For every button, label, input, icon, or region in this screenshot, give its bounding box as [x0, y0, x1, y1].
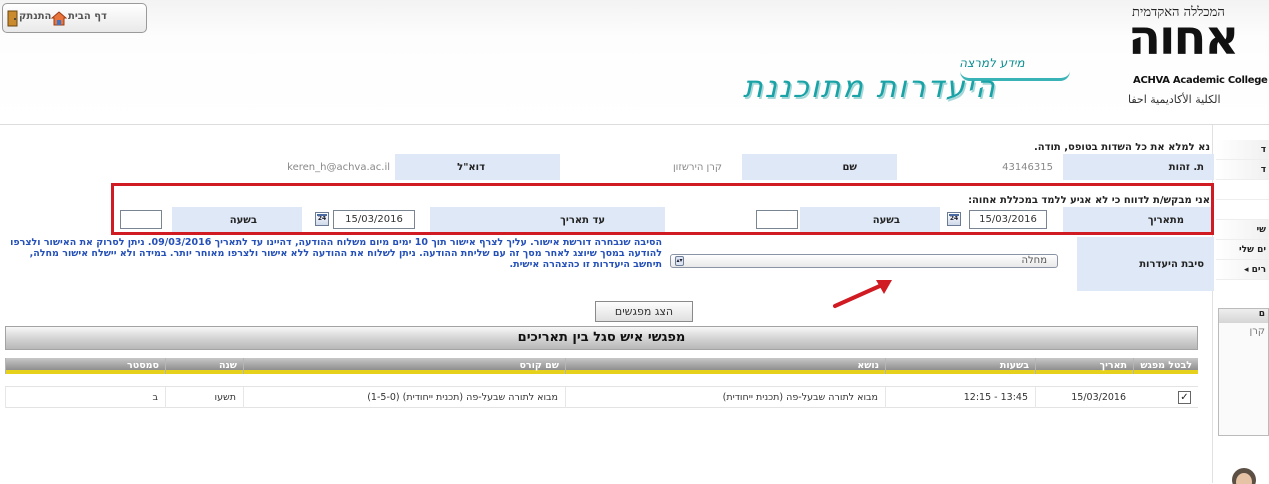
logout-link[interactable]: התנתק: [19, 11, 51, 22]
cell-topic: מבוא לתורה שבעל-פה (תכנית ייחודית): [565, 387, 885, 408]
red-arrow-icon: [833, 280, 892, 308]
cell-date: 15/03/2016: [1035, 387, 1133, 408]
cell-semester: ב: [5, 387, 165, 408]
page-subtitle: מידע למרצה: [958, 56, 1027, 70]
page-header: דף הבית התנתק המכללה האקדמית אחוה ACHVA …: [0, 0, 1269, 125]
sessions-grid-title: מפגשי איש סגל בין תאריכים: [5, 326, 1198, 350]
sidebar-box-title: ם: [1219, 309, 1268, 323]
college-name-english: ACHVA Academic College: [1133, 75, 1268, 86]
sidebar-item[interactable]: ד: [1216, 160, 1269, 180]
col-year: שנה: [165, 358, 243, 374]
sidebar-user-name: קרן: [1249, 326, 1265, 337]
logout-door-icon[interactable]: [7, 10, 18, 27]
sidebar-item[interactable]: [1216, 200, 1269, 220]
page-title: היעדרות מתוכננת: [741, 70, 1003, 105]
col-topic: נושא: [565, 358, 885, 374]
email-value: keren_h@achva.ac.il: [200, 154, 395, 180]
instructions-text: נא למלא את כל השדות בטופס, תודה.: [1033, 142, 1210, 153]
cell-hours: 13:45 - 12:15: [885, 387, 1035, 408]
id-label: ת. זהות: [1063, 154, 1214, 180]
name-label: שם: [742, 154, 897, 180]
sidebar-item[interactable]: שי: [1216, 220, 1269, 240]
sidebar-item-more[interactable]: רים ◂: [1216, 260, 1269, 280]
sessions-grid-header: לבטל מפגש תאריך בשעות נושא שם קורס שנה ס…: [5, 358, 1198, 374]
reason-select[interactable]: מחלה ▴▾: [670, 254, 1058, 268]
col-hours: בשעות: [885, 358, 1035, 374]
sidebar: ד ד שי ים שלי רים ◂ ם קרן: [1216, 140, 1269, 484]
col-semester: סמסטר: [5, 358, 165, 374]
cell-course: מבוא לתורה שבעל-פה (תכנית ייחודית) (1-5-…: [243, 387, 565, 408]
col-course: שם קורס: [243, 358, 565, 374]
col-date: תאריך: [1035, 358, 1133, 374]
sidebar-item[interactable]: ד: [1216, 140, 1269, 160]
cell-year: תשעו: [165, 387, 243, 408]
select-spinner-icon[interactable]: ▴▾: [675, 256, 684, 266]
cancel-session-checkbox[interactable]: ✓: [1178, 391, 1191, 404]
sidebar-user-box: ם קרן: [1218, 308, 1269, 436]
date-range-highlight: [111, 183, 1214, 235]
reason-label: סיבת היעדרות: [1077, 237, 1214, 291]
show-sessions-button[interactable]: הצג מפגשים: [595, 301, 693, 322]
approval-notice: הסיבה שנבחרה דורשת אישור. עליך לצרף אישו…: [10, 237, 662, 270]
identity-row: ת. זהות 43146315 שם קרן הירשזון דוא"ל ke…: [0, 154, 1214, 180]
name-value: קרן הירשזון: [560, 154, 742, 180]
home-icon[interactable]: [51, 11, 67, 26]
college-logo: אחוה: [1128, 10, 1239, 66]
avatar: [1232, 468, 1256, 484]
sidebar-item[interactable]: [1216, 180, 1269, 200]
sidebar-item-mine[interactable]: ים שלי: [1216, 240, 1269, 260]
reason-selected-value: מחלה: [1021, 255, 1047, 266]
id-value: 43146315: [897, 154, 1063, 180]
email-label: דוא"ל: [395, 154, 560, 180]
college-name-arabic: الكلية الأكاديمية احفا: [1128, 93, 1221, 106]
table-row: ✓ 15/03/2016 13:45 - 12:15 מבוא לתורה שב…: [5, 386, 1198, 408]
col-cancel: לבטל מפגש: [1133, 358, 1198, 374]
home-link[interactable]: דף הבית: [68, 11, 107, 22]
top-links-bar: דף הבית התנתק: [2, 3, 147, 33]
